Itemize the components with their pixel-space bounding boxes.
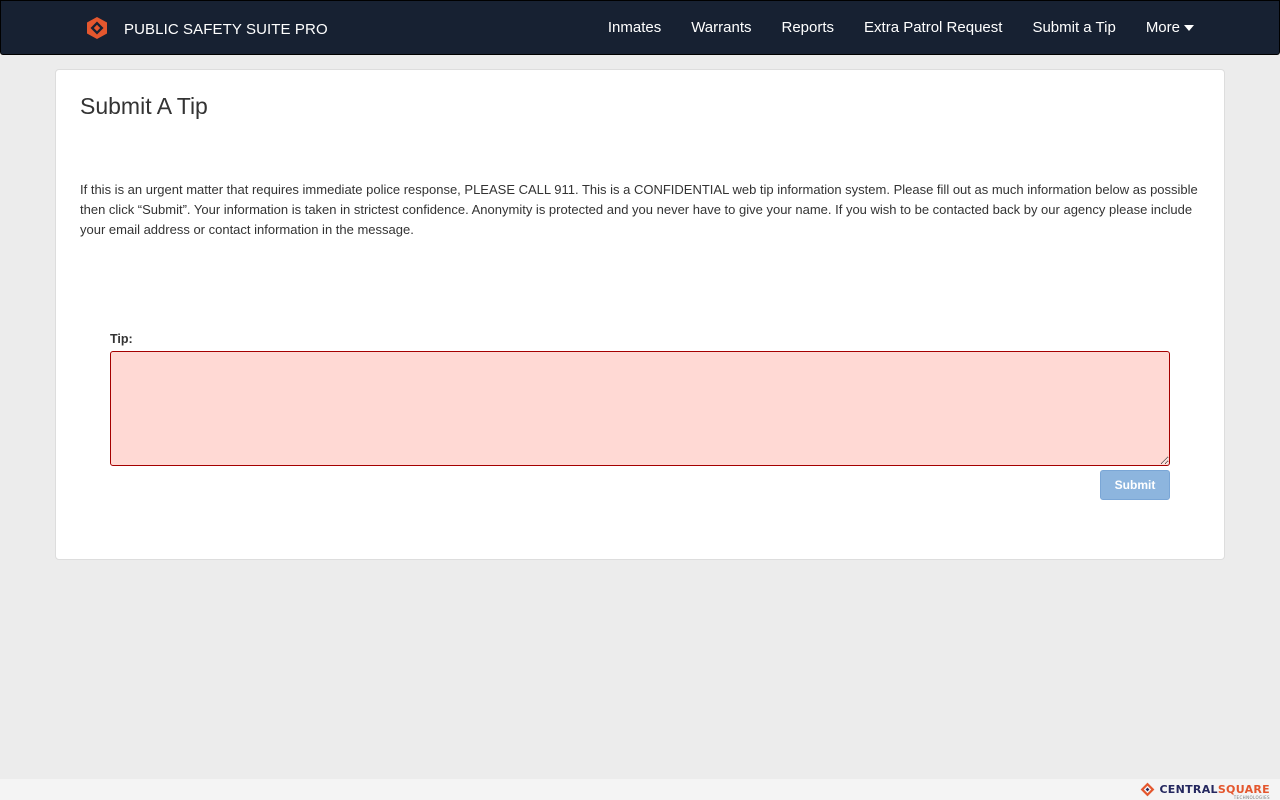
nav-item-extra-patrol-request[interactable]: Extra Patrol Request [864, 19, 1002, 36]
nav-item-submit-a-tip[interactable]: Submit a Tip [1032, 19, 1115, 36]
brand[interactable]: PUBLIC SAFETY SUITE PRO [85, 14, 328, 42]
footer: CENTRALSQUARE TECHNOLOGIES [0, 779, 1280, 800]
caret-down-icon [1184, 25, 1194, 31]
nav-item-more-dropdown[interactable]: More [1146, 19, 1194, 36]
tip-textarea[interactable] [110, 351, 1170, 466]
logo-subtitle: TECHNOLOGIES [1233, 794, 1270, 800]
nav-item-inmates[interactable]: Inmates [608, 19, 661, 36]
nav-item-warrants[interactable]: Warrants [691, 19, 751, 36]
logo-part-central: CENTRAL [1159, 782, 1218, 796]
nav-more-label: More [1145, 19, 1180, 36]
hexagon-diamond-logo-icon [87, 17, 107, 39]
tip-label: Tip: [110, 332, 133, 346]
centralsquare-logo-icon [1141, 782, 1155, 796]
page-title: Submit A Tip [80, 93, 208, 119]
nav-item-reports[interactable]: Reports [782, 19, 835, 36]
submit-button[interactable]: Submit [1100, 470, 1170, 500]
tip-form-card: Submit A Tip If this is an urgent matter… [55, 69, 1225, 560]
main-nav: Inmates Warrants Reports Extra Patrol Re… [608, 1, 1194, 54]
top-navbar: PUBLIC SAFETY SUITE PRO Inmates Warrants… [0, 0, 1280, 55]
centralsquare-wordmark: CENTRALSQUARE TECHNOLOGIES [1159, 782, 1270, 800]
logo-part-square: SQUARE [1217, 782, 1270, 796]
centralsquare-logo: CENTRALSQUARE TECHNOLOGIES [1140, 780, 1270, 800]
intro-text: If this is an urgent matter that require… [80, 182, 1198, 237]
brand-name[interactable]: PUBLIC SAFETY SUITE PRO [124, 19, 328, 38]
